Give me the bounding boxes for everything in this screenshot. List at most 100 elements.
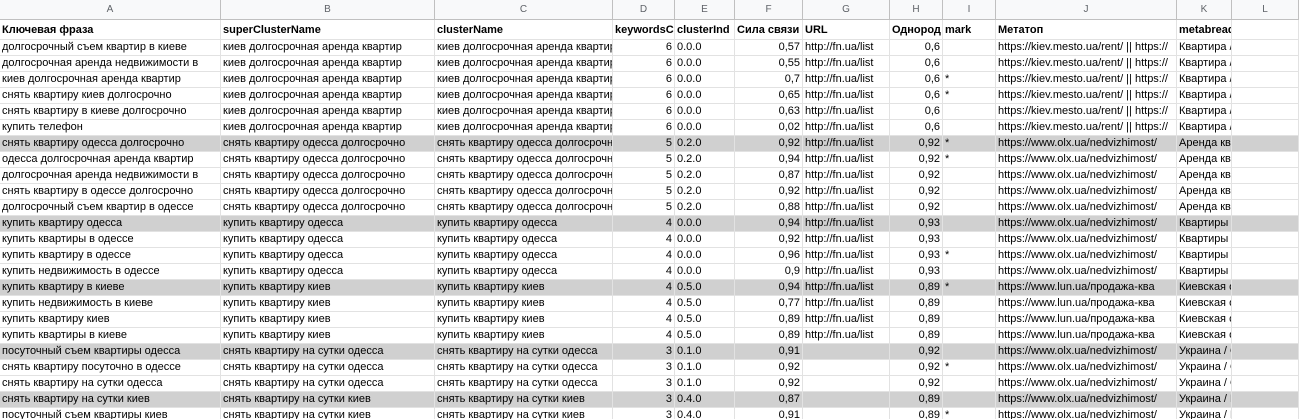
table-cell[interactable]: 6 [613,56,675,72]
table-cell[interactable]: киев долгосрочная аренда квартир [221,104,435,120]
table-cell[interactable]: http://fn.ua/list [803,232,890,248]
table-cell[interactable]: купить квартиру в одессе [0,248,221,264]
column-letter-a[interactable]: A [0,0,221,20]
table-cell[interactable]: https://www.lun.ua/продажа-ква [996,296,1177,312]
table-cell[interactable]: 4 [613,248,675,264]
table-cell[interactable]: https://www.olx.ua/nedvizhimost/ [996,248,1177,264]
table-cell[interactable]: 0,63 [735,104,803,120]
table-cell[interactable]: 4 [613,296,675,312]
table-cell[interactable]: посуточный съем квартиры киев [0,408,221,419]
table-cell[interactable]: 0.5.0 [675,312,735,328]
table-cell[interactable]: http://fn.ua/list [803,136,890,152]
table-cell[interactable]: 0,57 [735,40,803,56]
table-cell[interactable]: снять квартиру одесса долгосрочно [435,200,613,216]
column-letter-j[interactable]: J [996,0,1177,20]
table-cell[interactable] [803,408,890,419]
column-letter-g[interactable]: G [803,0,890,20]
table-cell[interactable]: 3 [613,344,675,360]
table-cell[interactable] [943,232,996,248]
table-cell[interactable]: 0,94 [735,152,803,168]
table-cell[interactable]: 0,92 [735,360,803,376]
table-cell[interactable]: 0,92 [735,232,803,248]
table-cell[interactable]: https://www.lun.ua/продажа-ква [996,280,1177,296]
header-cell[interactable]: clusterName [435,20,613,40]
table-cell[interactable]: 0.2.0 [675,200,735,216]
table-cell[interactable]: 0.0.0 [675,248,735,264]
table-cell[interactable]: долгосрочный съем квартир в киеве [0,40,221,56]
table-cell[interactable]: купить квартиру одесса [435,264,613,280]
table-cell[interactable]: снять квартиру одесса долгосрочно [221,136,435,152]
table-cell[interactable]: снять квартиру одесса долгосрочно [435,136,613,152]
header-cell[interactable]: keywordsCo [613,20,675,40]
table-cell[interactable]: купить квартиру в киеве [0,280,221,296]
table-cell[interactable] [1232,40,1299,56]
table-cell[interactable]: 5 [613,152,675,168]
table-cell[interactable]: 0,92 [890,168,943,184]
table-cell[interactable] [943,184,996,200]
table-cell[interactable]: * [943,88,996,104]
table-cell[interactable] [1232,168,1299,184]
table-cell[interactable]: https://www.olx.ua/nedvizhimost/ [996,168,1177,184]
table-cell[interactable] [943,344,996,360]
table-cell[interactable]: посуточный съем квартиры одесса [0,344,221,360]
table-cell[interactable]: 0,92 [890,344,943,360]
table-cell[interactable] [1232,216,1299,232]
table-cell[interactable]: Квартира / Киевская [1177,56,1232,72]
table-cell[interactable]: Киевская область / Киев [1177,296,1232,312]
table-cell[interactable]: 0,91 [735,344,803,360]
table-cell[interactable] [943,328,996,344]
table-cell[interactable]: снять квартиру на сутки киев [0,392,221,408]
column-letter-d[interactable]: D [613,0,675,20]
table-cell[interactable]: https://www.olx.ua/nedvizhimost/ [996,200,1177,216]
table-cell[interactable]: 0,92 [735,184,803,200]
table-cell[interactable] [1232,248,1299,264]
table-cell[interactable]: купить квартиру киев [221,280,435,296]
table-cell[interactable]: снять квартиру одесса долгосрочно [0,136,221,152]
table-cell[interactable]: 0,89 [735,328,803,344]
table-cell[interactable]: 0,94 [735,280,803,296]
table-cell[interactable]: 0,6 [890,88,943,104]
table-cell[interactable]: https://www.olx.ua/nedvizhimost/ [996,136,1177,152]
table-cell[interactable]: 4 [613,216,675,232]
table-cell[interactable]: 0,94 [735,216,803,232]
table-cell[interactable] [803,392,890,408]
table-cell[interactable]: 0,89 [735,312,803,328]
table-cell[interactable] [1232,296,1299,312]
table-cell[interactable]: http://fn.ua/list [803,40,890,56]
table-cell[interactable] [943,312,996,328]
table-cell[interactable]: снять квартиру на сутки киев [221,408,435,419]
column-letter-b[interactable]: B [221,0,435,20]
table-cell[interactable] [1232,280,1299,296]
table-cell[interactable]: * [943,408,996,419]
table-cell[interactable]: 0.5.0 [675,328,735,344]
table-cell[interactable]: снять квартиру на сутки одесса [221,360,435,376]
table-cell[interactable]: http://fn.ua/list [803,56,890,72]
table-cell[interactable]: https://www.olx.ua/nedvizhimost/ [996,232,1177,248]
table-cell[interactable]: 0,92 [890,376,943,392]
table-cell[interactable]: купить квартиру киев [435,280,613,296]
table-cell[interactable]: Украина / Одесская об [1177,360,1232,376]
table-cell[interactable] [1232,312,1299,328]
table-cell[interactable]: купить квартиру одесса [221,216,435,232]
table-cell[interactable]: купить квартиру одесса [0,216,221,232]
table-cell[interactable]: снять квартиру на сутки одесса [435,360,613,376]
table-cell[interactable]: снять квартиру на сутки одесса [435,344,613,360]
table-cell[interactable]: Аренда квартир в Одесс [1177,152,1232,168]
table-cell[interactable]: * [943,248,996,264]
table-cell[interactable]: 0.2.0 [675,184,735,200]
column-letter-c[interactable]: C [435,0,613,20]
table-cell[interactable]: Квартира / Киевская [1177,104,1232,120]
table-cell[interactable] [1232,104,1299,120]
table-cell[interactable]: 0,92 [890,184,943,200]
table-cell[interactable]: 0,77 [735,296,803,312]
table-cell[interactable]: https://kiev.mesto.ua/rent/ || https:// [996,40,1177,56]
table-cell[interactable] [943,56,996,72]
table-cell[interactable]: 0,92 [890,200,943,216]
table-cell[interactable]: 0.1.0 [675,360,735,376]
header-cell[interactable]: mark [943,20,996,40]
table-cell[interactable]: 0.5.0 [675,280,735,296]
table-cell[interactable]: 5 [613,136,675,152]
table-cell[interactable]: 6 [613,120,675,136]
table-cell[interactable]: купить квартиру одесса [435,216,613,232]
table-cell[interactable]: 0.2.0 [675,152,735,168]
